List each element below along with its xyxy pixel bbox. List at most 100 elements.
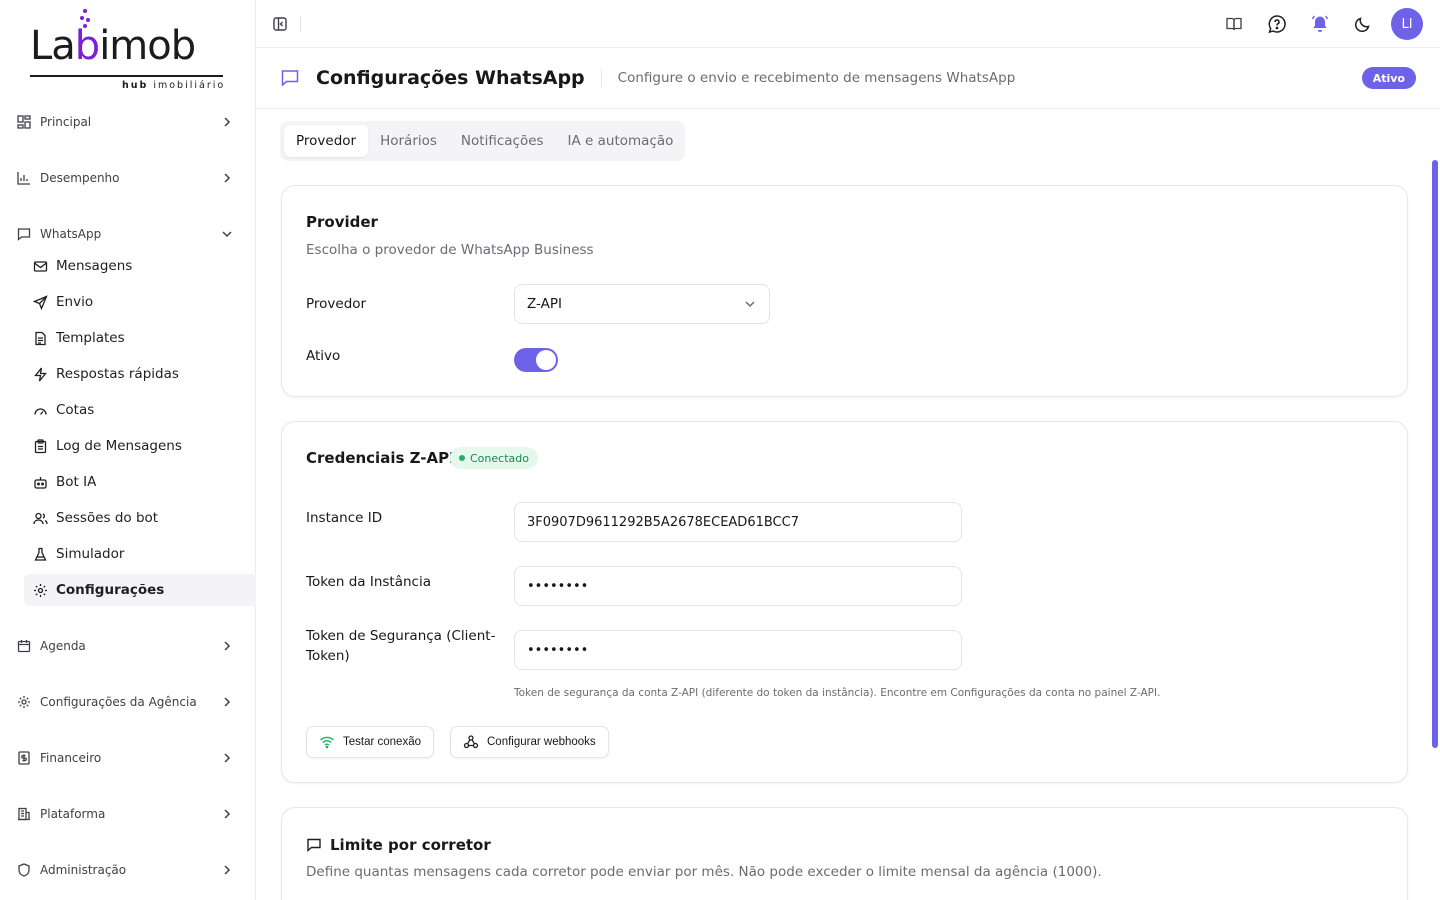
- sidebar-item-label: Respostas rápidas: [56, 366, 179, 382]
- sidebar-group-label: WhatsApp: [40, 227, 102, 241]
- sidebar-group-principal[interactable]: Principal: [16, 110, 240, 134]
- docs-book-icon[interactable]: [1223, 13, 1245, 35]
- tab-horarios[interactable]: Horários: [368, 125, 449, 157]
- sidebar-group-financeiro[interactable]: Financeiro: [16, 746, 240, 770]
- file-text-icon: [32, 330, 48, 346]
- chat-icon: [16, 226, 32, 242]
- connection-status-badge: Conectado: [450, 447, 538, 469]
- brand-logo[interactable]: Labimob hub imobiliário: [30, 8, 226, 92]
- topbar-divider: [300, 16, 301, 32]
- sidebar-group-administracao[interactable]: Administração: [16, 858, 240, 882]
- logo-tagline: hub imobiliário: [122, 80, 226, 91]
- tab-provedor[interactable]: Provedor: [284, 125, 369, 157]
- dollar-receipt-icon: [16, 750, 32, 766]
- page-header: Configurações WhatsApp Configure o envio…: [256, 48, 1440, 109]
- toggle-knob: [536, 350, 556, 370]
- status-dot: [459, 455, 465, 461]
- dashboard-icon: [16, 114, 32, 130]
- security-token-hint: Token de segurança da conta Z-API (difer…: [514, 687, 1161, 699]
- sidebar-group-desempenho[interactable]: Desempenho: [16, 166, 240, 190]
- sidebar-item-cotas[interactable]: Cotas: [24, 394, 256, 426]
- sidebar-item-templates[interactable]: Templates: [24, 322, 256, 354]
- card-title: Provider: [306, 213, 378, 231]
- logo-wordmark: Labimob: [30, 23, 196, 69]
- active-toggle[interactable]: [514, 348, 558, 372]
- instance-id-label: Instance ID: [306, 510, 383, 526]
- instance-token-label: Token da Instância: [306, 574, 431, 590]
- header-divider: [600, 69, 602, 87]
- help-chat-icon[interactable]: [1266, 13, 1288, 35]
- sidebar-group-config-agencia[interactable]: Configurações da Agência: [16, 690, 240, 714]
- gear-icon: [32, 582, 48, 598]
- wifi-icon: [319, 734, 335, 750]
- card-title: Credenciais Z-API: [306, 449, 455, 467]
- sidebar-group-label: Financeiro: [40, 751, 102, 765]
- sidebar-item-label: Log de Mensagens: [56, 438, 182, 454]
- webhook-icon: [463, 734, 479, 750]
- avatar-initials: LI: [1401, 16, 1413, 32]
- sidebar-item-label: Envio: [56, 294, 94, 310]
- bar-chart-icon: [16, 170, 32, 186]
- instance-token-input[interactable]: [514, 566, 962, 606]
- card-description: Define quantas mensagens cada corretor p…: [306, 864, 1102, 880]
- sidebar-item-mensagens[interactable]: Mensagens: [24, 250, 256, 282]
- sidebar-item-label: Mensagens: [56, 258, 133, 274]
- security-token-input[interactable]: [514, 630, 962, 670]
- bot-icon: [32, 474, 48, 490]
- card-title: Limite por corretor: [330, 836, 491, 854]
- active-label: Ativo: [306, 348, 341, 364]
- calendar-icon: [16, 638, 32, 654]
- sidebar-item-bot-ia[interactable]: Bot IA: [24, 466, 256, 498]
- logo-underline: [30, 75, 223, 77]
- chevron-right-icon: [224, 117, 231, 127]
- sidebar-item-sessoes-bot[interactable]: Sessões do bot: [24, 502, 256, 534]
- scrollbar-thumb[interactable]: [1432, 160, 1438, 748]
- instance-id-input[interactable]: [514, 502, 962, 542]
- dark-mode-moon-icon[interactable]: [1351, 13, 1373, 35]
- provider-select[interactable]: Z-API: [514, 284, 770, 324]
- sidebar-group-whatsapp[interactable]: WhatsApp: [16, 222, 240, 246]
- sidebar-item-configuracoes[interactable]: Configurações: [24, 574, 256, 606]
- shield-icon: [16, 862, 32, 878]
- tab-notificacoes[interactable]: Notificações: [449, 125, 556, 157]
- topbar: LI: [256, 0, 1440, 48]
- sidebar-group-label: Plataforma: [40, 807, 106, 821]
- provider-label: Provedor: [306, 296, 367, 312]
- tab-ia-automacao[interactable]: IA e automação: [556, 125, 686, 157]
- sidebar-item-label: Cotas: [56, 402, 95, 418]
- sidebar-item-respostas-rapidas[interactable]: Respostas rápidas: [24, 358, 256, 390]
- provider-select-value: Z-API: [527, 296, 562, 312]
- chevron-right-icon: [224, 865, 231, 875]
- sidebar-group-label: Principal: [40, 115, 92, 129]
- users-icon: [32, 510, 48, 526]
- page-subtitle: Configure o envio e recebimento de mensa…: [617, 70, 1016, 86]
- sidebar-toggle-icon[interactable]: [272, 16, 288, 32]
- security-token-label: Token de Segurança (Client-Token): [306, 628, 496, 664]
- sidebar-group-label: Administração: [40, 863, 127, 877]
- chevron-right-icon: [224, 753, 231, 763]
- settings-tabs: Provedor Horários Notificações IA e auto…: [280, 121, 685, 161]
- test-connection-button[interactable]: Testar conexão: [306, 726, 434, 758]
- sidebar-item-log-mensagens[interactable]: Log de Mensagens: [24, 430, 256, 462]
- chevron-down-icon: [745, 301, 755, 308]
- limit-card-header: Limite por corretor: [306, 836, 491, 854]
- sidebar-item-label: Templates: [56, 330, 125, 346]
- flask-icon: [32, 546, 48, 562]
- mail-icon: [32, 258, 48, 274]
- chevron-right-icon: [224, 809, 231, 819]
- page-title: Configurações WhatsApp: [316, 67, 585, 89]
- button-label: Configurar webhooks: [487, 736, 596, 748]
- sidebar-group-agenda[interactable]: Agenda: [16, 634, 240, 658]
- configure-webhooks-button[interactable]: Configurar webhooks: [450, 726, 609, 758]
- sidebar-group-plataforma[interactable]: Plataforma: [16, 802, 240, 826]
- sidebar-item-envio[interactable]: Envio: [24, 286, 256, 318]
- sidebar-item-simulador[interactable]: Simulador: [24, 538, 256, 570]
- provider-card: Provider Escolha o provedor de WhatsApp …: [281, 185, 1408, 397]
- notification-bell-icon[interactable]: [1309, 13, 1331, 35]
- user-avatar[interactable]: LI: [1391, 8, 1423, 40]
- chat-icon: [307, 838, 321, 853]
- chevron-right-icon: [224, 173, 231, 183]
- sidebar-group-label: Configurações da Agência: [40, 695, 197, 709]
- send-icon: [32, 294, 48, 310]
- sidebar-item-label: Bot IA: [56, 474, 97, 490]
